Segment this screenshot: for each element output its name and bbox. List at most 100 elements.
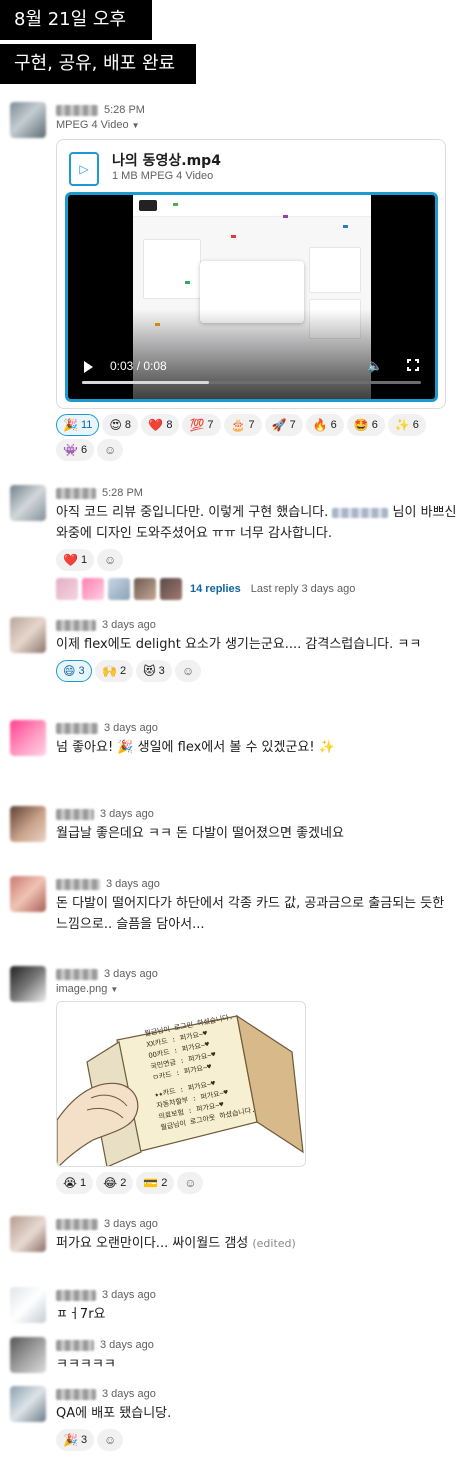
reaction-button[interactable]: 😂 2: [96, 1172, 134, 1194]
avatar[interactable]: [10, 1216, 46, 1252]
timestamp[interactable]: 3 days ago: [104, 968, 158, 980]
thread-summary[interactable]: 14 replies Last reply 3 days ago: [56, 577, 457, 601]
timestamp[interactable]: 3 days ago: [106, 878, 160, 890]
file-name[interactable]: 나의 동영상.mp4: [112, 150, 221, 170]
reaction-button[interactable]: ✨ 6: [387, 414, 426, 436]
author-name[interactable]: [56, 104, 98, 116]
date-banner: 8월 21일 오후: [0, 0, 152, 40]
timestamp[interactable]: 3 days ago: [102, 1388, 156, 1400]
message-text: QA에 배포 됐습니당.: [56, 1406, 172, 1421]
reaction-count: 7: [289, 419, 296, 431]
reaction-emoji-icon: 😂: [103, 1176, 118, 1190]
video-progress-bar[interactable]: [82, 381, 421, 384]
reaction-emoji-icon: 😄: [63, 664, 76, 678]
avatar[interactable]: [10, 102, 46, 138]
reaction-emoji-icon: ✨: [394, 418, 410, 432]
add-reaction-icon[interactable]: ☺: [97, 439, 124, 461]
reaction-button[interactable]: 😍 8: [102, 414, 139, 436]
avatar[interactable]: [10, 966, 46, 1002]
caret-down-icon[interactable]: ▼: [110, 985, 118, 994]
play-icon[interactable]: [84, 361, 93, 373]
author-name[interactable]: [56, 1289, 96, 1301]
add-reaction-icon[interactable]: ☺: [97, 549, 124, 571]
timestamp[interactable]: 3 days ago: [104, 1218, 158, 1230]
reaction-button[interactable]: 😭 1: [56, 1172, 94, 1194]
add-reaction-icon[interactable]: ☺: [177, 1172, 204, 1194]
add-reaction-icon[interactable]: ☺: [97, 1429, 124, 1451]
reaction-button[interactable]: 💯 7: [182, 414, 221, 436]
video-time: 0:03 / 0:08: [110, 359, 167, 373]
author-name[interactable]: [56, 1339, 94, 1351]
reaction-count: 7: [207, 419, 214, 431]
avatar[interactable]: [10, 617, 46, 653]
file-card[interactable]: ▷ 나의 동영상.mp4 1 MB MPEG 4 Video 0:03 / 0:…: [56, 139, 446, 409]
avatar[interactable]: [10, 720, 46, 756]
avatar[interactable]: [10, 1337, 46, 1373]
author-name[interactable]: [56, 808, 94, 820]
timestamp[interactable]: 3 days ago: [100, 808, 154, 820]
thread-avatar: [160, 578, 182, 600]
avatar[interactable]: [10, 806, 46, 842]
reaction-button[interactable]: ❤️ 8: [141, 414, 180, 436]
reaction-emoji-icon: ❤️: [148, 418, 164, 432]
reaction-count: 2: [161, 1177, 168, 1189]
bankbook-illustration: 월급님이 로그인 하셨습니다.XX카드 : 퍼가요~♥OO카드 : 퍼가요~♥국…: [57, 1002, 305, 1166]
reactions: 😄 3 🙌 2 😻 3 ☺: [56, 660, 457, 682]
timestamp[interactable]: 5:28 PM: [104, 104, 145, 116]
author-name[interactable]: [56, 487, 96, 499]
avatar[interactable]: [10, 1287, 46, 1323]
reaction-button[interactable]: 🔥 6: [305, 414, 344, 436]
message-text: 돈 다발이 떨어지다가 하단에서 각종 카드 값, 공과금으로 출금되는 듯한 …: [56, 896, 445, 932]
mention[interactable]: [332, 507, 389, 518]
reaction-button[interactable]: 🙌 2: [95, 660, 134, 682]
reaction-button[interactable]: 🚀 7: [264, 414, 303, 436]
reaction-button[interactable]: 🎂 7: [223, 414, 262, 436]
reactions: ❤️ 1 ☺: [56, 549, 457, 571]
caption-banner: 구현, 공유, 배포 완료: [0, 44, 196, 84]
reaction-button[interactable]: ❤️ 1: [56, 549, 95, 571]
reaction-button[interactable]: 🎉 3: [56, 1429, 95, 1451]
reaction-button[interactable]: 🎉 11: [56, 414, 100, 436]
timestamp[interactable]: 3 days ago: [100, 1339, 154, 1351]
reaction-emoji-icon: 😍: [109, 418, 122, 432]
attachment-label[interactable]: MPEG 4 Video ▼: [56, 119, 457, 131]
reaction-button[interactable]: 😻 3: [136, 660, 173, 682]
add-reaction-icon[interactable]: ☺: [175, 660, 202, 682]
author-name[interactable]: [56, 968, 98, 980]
video-player[interactable]: 0:03 / 0:08 🔈: [65, 192, 438, 402]
timestamp[interactable]: 5:28 PM: [102, 487, 143, 499]
fullscreen-icon[interactable]: [407, 359, 419, 371]
avatar[interactable]: [10, 1386, 46, 1422]
avatar[interactable]: [10, 485, 46, 521]
reaction-button[interactable]: 🤩 6: [346, 414, 385, 436]
author-name[interactable]: [56, 1388, 96, 1400]
caret-down-icon[interactable]: ▼: [132, 121, 140, 130]
message: 3 days ago image.png ▼ 월급님이 로그인 하셨습니다. XX카…: [10, 966, 457, 1200]
timestamp[interactable]: 3 days ago: [102, 1289, 156, 1301]
reaction-button[interactable]: 😄 3: [56, 660, 92, 682]
reaction-count: 6: [80, 444, 88, 456]
volume-icon[interactable]: 🔈: [367, 358, 383, 374]
image-attachment[interactable]: 월급님이 로그인 하셨습니다. XX카드 : 퍼가요~♥ OO카드 : 퍼가요~♥ 국…: [56, 1001, 306, 1167]
reaction-count: 8: [124, 419, 132, 431]
thread-avatar: [56, 578, 78, 600]
reaction-button[interactable]: 👾 6: [56, 439, 95, 461]
author-name[interactable]: [56, 619, 96, 631]
attachment-label[interactable]: image.png ▼: [56, 983, 457, 995]
author-name[interactable]: [56, 878, 100, 890]
reaction-emoji-icon: 🎉: [63, 418, 78, 432]
thread-replies-link[interactable]: 14 replies: [190, 583, 241, 595]
author-name[interactable]: [56, 722, 98, 734]
message: 5:28 PM 아직 코드 리뷰 중입니다만. 이렇게 구현 했습니다. 님이 …: [10, 485, 457, 600]
reaction-emoji-icon: ❤️: [63, 553, 78, 567]
reactions: 😭 1 😂 2 💳 2 ☺: [56, 1172, 457, 1194]
timestamp[interactable]: 3 days ago: [102, 619, 156, 631]
thread-avatar: [82, 578, 104, 600]
reaction-button[interactable]: 💳 2: [136, 1172, 175, 1194]
avatar[interactable]: [10, 876, 46, 912]
timestamp[interactable]: 3 days ago: [104, 722, 158, 734]
reaction-emoji-icon: 🎉: [63, 1433, 78, 1447]
reaction-count: 3: [80, 1434, 88, 1446]
author-name[interactable]: [56, 1218, 98, 1230]
message-text: 아직 코드 리뷰 중입니다만. 이렇게 구현 했습니다. 님이 바쁘신 와중에 …: [56, 505, 457, 541]
